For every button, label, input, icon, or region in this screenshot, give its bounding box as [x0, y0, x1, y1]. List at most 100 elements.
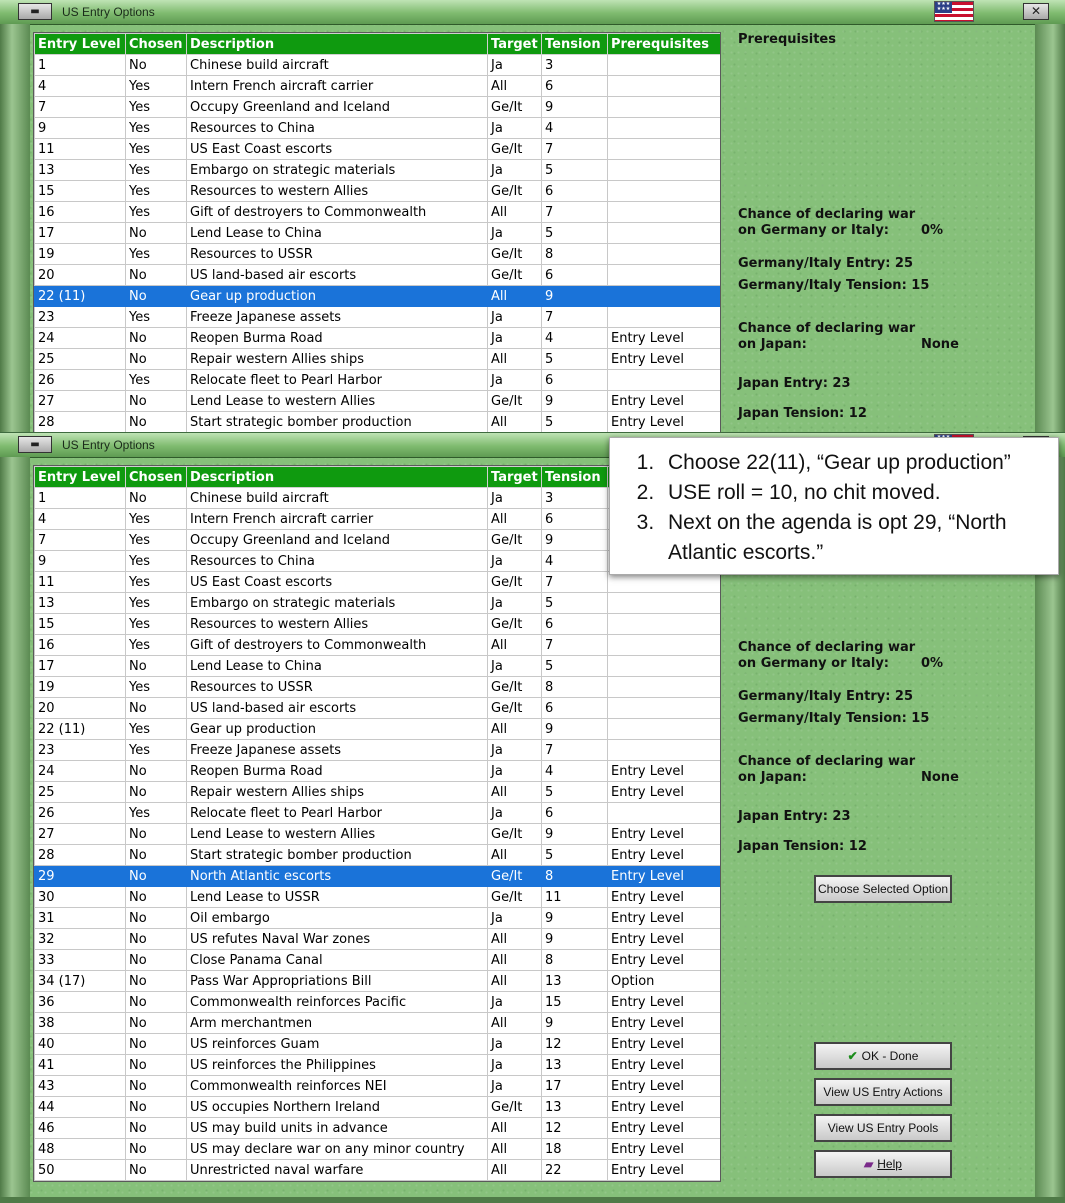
- table-row[interactable]: 31 No Oil embargo Ja 9 Entry Level: [34, 907, 720, 929]
- table-row[interactable]: 28 No Start strategic bomber production All…: [34, 411, 720, 432]
- table-row[interactable]: 33 No Close Panama Canal All 8 Entry Level: [34, 949, 720, 971]
- germany-entry: Germany/Italy Entry: 25: [738, 689, 914, 704]
- column-header-description[interactable]: Description: [186, 33, 488, 55]
- column-header-chosen[interactable]: Chosen: [125, 466, 187, 488]
- table-row[interactable]: 15 Yes Resources to western Allies Ge/It 6: [34, 613, 720, 635]
- table-row[interactable]: 1 No Chinese build aircraft Ja 3: [34, 54, 720, 76]
- table-row[interactable]: 20 No US land-based air escorts Ge/It 6: [34, 264, 720, 286]
- cell-entry-level: 50: [34, 1159, 126, 1181]
- cell-entry-level: 25: [34, 781, 126, 803]
- cell-target: All: [487, 75, 542, 97]
- table-row[interactable]: 22 (11) Yes Gear up production All 9: [34, 718, 720, 740]
- cell-description: Reopen Burma Road: [186, 327, 488, 349]
- cell-chosen: Yes: [125, 96, 187, 118]
- cell-prerequisites: [607, 676, 720, 698]
- table-row[interactable]: 17 No Lend Lease to China Ja 5: [34, 655, 720, 677]
- table-row[interactable]: 22 (11) No Gear up production All 9: [34, 285, 720, 307]
- close-icon[interactable]: ✕: [1023, 3, 1049, 20]
- cell-target: Ge/It: [487, 823, 542, 845]
- help-button[interactable]: ▰ Help: [814, 1150, 952, 1178]
- cell-description: Resources to China: [186, 117, 488, 139]
- table-row[interactable]: 9 Yes Resources to China Ja 4: [34, 117, 720, 139]
- minimize-icon[interactable]: ▬: [18, 3, 52, 20]
- table-row[interactable]: 23 Yes Freeze Japanese assets Ja 7: [34, 306, 720, 328]
- table-row[interactable]: 26 Yes Relocate fleet to Pearl Harbor Ja 6: [34, 802, 720, 824]
- table-row[interactable]: 19 Yes Resources to USSR Ge/It 8: [34, 243, 720, 265]
- table-row[interactable]: 7 Yes Occupy Greenland and Iceland Ge/It 9: [34, 96, 720, 118]
- column-header-tension[interactable]: Tension: [541, 33, 608, 55]
- table-row[interactable]: 15 Yes Resources to western Allies Ge/It 6: [34, 180, 720, 202]
- cell-tension: 5: [541, 781, 608, 803]
- table-row[interactable]: 23 Yes Freeze Japanese assets Ja 7: [34, 739, 720, 761]
- table-row[interactable]: 20 No US land-based air escorts Ge/It 6: [34, 697, 720, 719]
- view-us-entry-actions-button[interactable]: View US Entry Actions: [814, 1078, 952, 1106]
- cell-prerequisites: [607, 54, 720, 76]
- column-header-tension[interactable]: Tension: [541, 466, 608, 488]
- cell-prerequisites: [607, 159, 720, 181]
- column-header-target[interactable]: Target: [487, 466, 542, 488]
- table-row[interactable]: 38 No Arm merchantmen All 9 Entry Level: [34, 1012, 720, 1034]
- table-row[interactable]: 27 No Lend Lease to western Allies Ge/It 9 En…: [34, 390, 720, 412]
- column-header-entry-level[interactable]: Entry Level: [34, 466, 126, 488]
- table-row[interactable]: 17 No Lend Lease to China Ja 5: [34, 222, 720, 244]
- table-row[interactable]: 11 Yes US East Coast escorts Ge/It 7: [34, 138, 720, 160]
- cell-target: Ja: [487, 369, 542, 391]
- table-row[interactable]: 26 Yes Relocate fleet to Pearl Harbor Ja 6: [34, 369, 720, 391]
- cell-chosen: No: [125, 327, 187, 349]
- cell-chosen: Yes: [125, 802, 187, 824]
- cell-tension: 6: [541, 802, 608, 824]
- cell-description: US may declare war on any minor country: [186, 1138, 488, 1160]
- table-row[interactable]: 25 No Repair western Allies ships All 5 Entry…: [34, 348, 720, 370]
- table-row[interactable]: 30 No Lend Lease to USSR Ge/It 11 Entry Level: [34, 886, 720, 908]
- table-row[interactable]: 16 Yes Gift of destroyers to Commonwealth A…: [34, 634, 720, 656]
- table-row[interactable]: 41 No US reinforces the Philippines Ja 13 Ent…: [34, 1054, 720, 1076]
- ok-done-button[interactable]: ✔ OK - Done: [814, 1042, 952, 1070]
- table-row[interactable]: 4 Yes Intern French aircraft carrier All 6: [34, 75, 720, 97]
- choose-selected-option-button[interactable]: Choose Selected Option: [814, 875, 952, 903]
- japan-tension: Japan Tension: 12: [738, 839, 867, 854]
- column-header-description[interactable]: Description: [186, 466, 488, 488]
- table-row[interactable]: 19 Yes Resources to USSR Ge/It 8: [34, 676, 720, 698]
- table-row[interactable]: 24 No Reopen Burma Road Ja 4 Entry Level: [34, 327, 720, 349]
- table-row[interactable]: 43 No Commonwealth reinforces NEI Ja 17 Entry…: [34, 1075, 720, 1097]
- table-row[interactable]: 32 No US refutes Naval War zones All 9 Entry …: [34, 928, 720, 950]
- table-row[interactable]: 50 No Unrestricted naval warfare All 22 Entry…: [34, 1159, 720, 1181]
- column-header-chosen[interactable]: Chosen: [125, 33, 187, 55]
- table-row[interactable]: 36 No Commonwealth reinforces Pacific Ja 15 E…: [34, 991, 720, 1013]
- cell-prerequisites: [607, 718, 720, 740]
- table-row[interactable]: 44 No US occupies Northern Ireland Ge/It 13 E…: [34, 1096, 720, 1118]
- view-us-entry-pools-button[interactable]: View US Entry Pools: [814, 1114, 952, 1142]
- cell-prerequisites: [607, 180, 720, 202]
- minimize-icon[interactable]: ▬: [18, 436, 52, 453]
- cell-target: Ja: [487, 306, 542, 328]
- cell-target: All: [487, 348, 542, 370]
- column-header-target[interactable]: Target: [487, 33, 542, 55]
- cell-target: All: [487, 1117, 542, 1139]
- japan-chance-label-2: on Japan:: [738, 770, 807, 785]
- table-row[interactable]: 13 Yes Embargo on strategic materials Ja 5: [34, 159, 720, 181]
- title-bar[interactable]: ▬ US Entry Options ★★★★★★ ✕: [0, 0, 1065, 25]
- table-row[interactable]: 24 No Reopen Burma Road Ja 4 Entry Level: [34, 760, 720, 782]
- table-row[interactable]: 29 No North Atlantic escorts Ge/It 8 Entry Le…: [34, 865, 720, 887]
- table-row[interactable]: 40 No US reinforces Guam Ja 12 Entry Level: [34, 1033, 720, 1055]
- cell-entry-level: 24: [34, 760, 126, 782]
- table-row[interactable]: 46 No US may build units in advance All 12 En…: [34, 1117, 720, 1139]
- help-button-label: Help: [877, 1157, 902, 1171]
- table-row[interactable]: 48 No US may declare war on any minor coun…: [34, 1138, 720, 1160]
- column-header-prerequisites[interactable]: Prerequisites: [607, 33, 720, 55]
- column-header-entry-level[interactable]: Entry Level: [34, 33, 126, 55]
- cell-entry-level: 33: [34, 949, 126, 971]
- germany-chance-label-1: Chance of declaring war: [738, 207, 916, 222]
- table-row[interactable]: 28 No Start strategic bomber production All…: [34, 844, 720, 866]
- cell-chosen: Yes: [125, 676, 187, 698]
- table-row[interactable]: 34 (17) No Pass War Appropriations Bill All…: [34, 970, 720, 992]
- cell-prerequisites: [607, 697, 720, 719]
- table-row[interactable]: 13 Yes Embargo on strategic materials Ja 5: [34, 592, 720, 614]
- cell-target: Ge/It: [487, 529, 542, 551]
- japan-tension: Japan Tension: 12: [738, 406, 867, 421]
- table-row[interactable]: 27 No Lend Lease to western Allies Ge/It 9 En…: [34, 823, 720, 845]
- table-row[interactable]: 25 No Repair western Allies ships All 5 Entry…: [34, 781, 720, 803]
- cell-entry-level: 7: [34, 529, 126, 551]
- table-row[interactable]: 16 Yes Gift of destroyers to Commonwealth A…: [34, 201, 720, 223]
- cell-entry-level: 23: [34, 739, 126, 761]
